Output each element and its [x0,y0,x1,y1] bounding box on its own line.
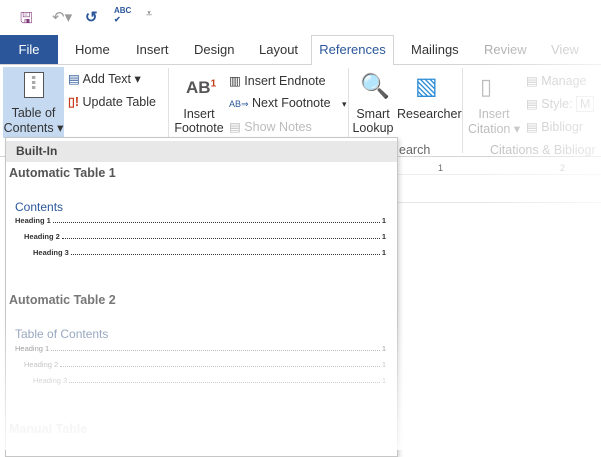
tab-file[interactable]: File [0,35,58,64]
customize-icon[interactable]: ⩡ [146,8,152,21]
undo-icon[interactable]: ↶▾ [52,8,72,26]
insert-citation-label-1: Insert [478,107,510,121]
insert-footnote-label-1: Insert [183,107,215,121]
research-group-label: earch [399,143,431,157]
researcher-button[interactable]: Researcher [397,107,462,121]
tab-view[interactable]: View [551,42,579,57]
next-footnote-label: Next Footnote [252,96,331,110]
tab-references[interactable]: References [311,35,394,65]
spelling-icon[interactable]: ABC ✔ [114,6,131,24]
ruler-mark-2: 2 [560,163,566,173]
add-text-icon: ▤ [68,72,80,86]
update-table-button[interactable]: ▯! Update Table [68,94,156,109]
smart-lookup-label-2: Lookup [352,121,394,135]
next-footnote-icon: AB⇒ [229,99,249,109]
toc-label-1: Table of [11,106,56,120]
tab-layout[interactable]: Layout [259,42,298,57]
ruler: 1 2 [398,163,601,175]
smart-lookup-button[interactable]: Smart Lookup [352,107,394,135]
insert-endnote-label: Insert Endnote [244,74,326,88]
tab-home[interactable]: Home [75,42,110,57]
researcher-icon: ▧ [415,73,438,100]
toc-row: Heading 11 [15,216,386,225]
insert-citation-button[interactable]: Insert Citation ▾ [468,107,520,136]
ruler-mark-1: 1 [438,163,444,173]
citations-group-label: Citations & Bibliogr [490,143,596,157]
tab-insert[interactable]: Insert [136,42,169,57]
tab-mailings[interactable]: Mailings [411,42,459,57]
smart-lookup-label-1: Smart [356,107,390,121]
toc-row: Heading 31 [33,248,386,257]
redo-icon[interactable]: ↺ [85,8,98,26]
show-notes-icon: ▤ [229,120,241,134]
show-notes-button[interactable]: ▤ Show Notes [229,119,312,134]
endnote-icon: ▥ [229,74,241,88]
insert-footnote-button[interactable]: Insert Footnote [174,107,224,135]
footnote-icon: AB1 [186,78,217,97]
smart-lookup-icon: 🔍 [360,73,390,100]
toc-heading: Contents [15,200,64,214]
table-of-contents-button[interactable]: ≡ ≡ ≡ Table of Contents ▾ [3,67,64,138]
page-edge [398,202,601,203]
toc-row: Heading 11 [15,344,386,353]
next-footnote-dropdown[interactable]: ▾ [342,99,347,109]
manual-table-title[interactable]: Manual Table [9,422,87,436]
automatic-table-2-title: Automatic Table 2 [9,293,116,307]
tab-design[interactable]: Design [194,42,234,57]
update-table-icon: ▯! [68,95,80,109]
update-table-label: Update Table [82,95,156,109]
built-in-header: Built-In [6,141,397,162]
save-icon[interactable]: 🖫 [20,8,33,33]
insert-citation-icon: ▯ [480,74,493,99]
tab-review[interactable]: Review [484,42,527,57]
add-text-label: Add Text ▾ [82,72,141,86]
toc-heading: Table of Contents [15,327,109,341]
toc-label-2: Contents ▾ [3,121,64,135]
insert-footnote-label-2: Footnote [174,121,224,135]
add-text-button[interactable]: ▤ Add Text ▾ [68,71,141,86]
toc-dropdown: Built-In Automatic Table 1 Contents Head… [5,137,398,457]
toc-icon: ≡ ≡ ≡ [23,72,44,98]
toc-row: Heading 31 [33,376,386,385]
show-notes-label: Show Notes [244,120,312,134]
manage-sources-button[interactable]: ▤ Manage [526,73,586,88]
automatic-table-1-title: Automatic Table 1 [9,166,116,180]
bibliography-button[interactable]: ▤ Bibliogr [526,119,583,134]
toc-row: Heading 21 [24,232,386,241]
insert-endnote-button[interactable]: ▥ Insert Endnote [229,73,326,88]
toc-row: Heading 21 [24,360,386,369]
next-footnote-button[interactable]: AB⇒ Next Footnote ▾ [229,96,347,110]
insert-citation-label-2: Citation ▾ [468,122,521,136]
style-dropdown[interactable]: ▤ Style: M [526,96,595,112]
